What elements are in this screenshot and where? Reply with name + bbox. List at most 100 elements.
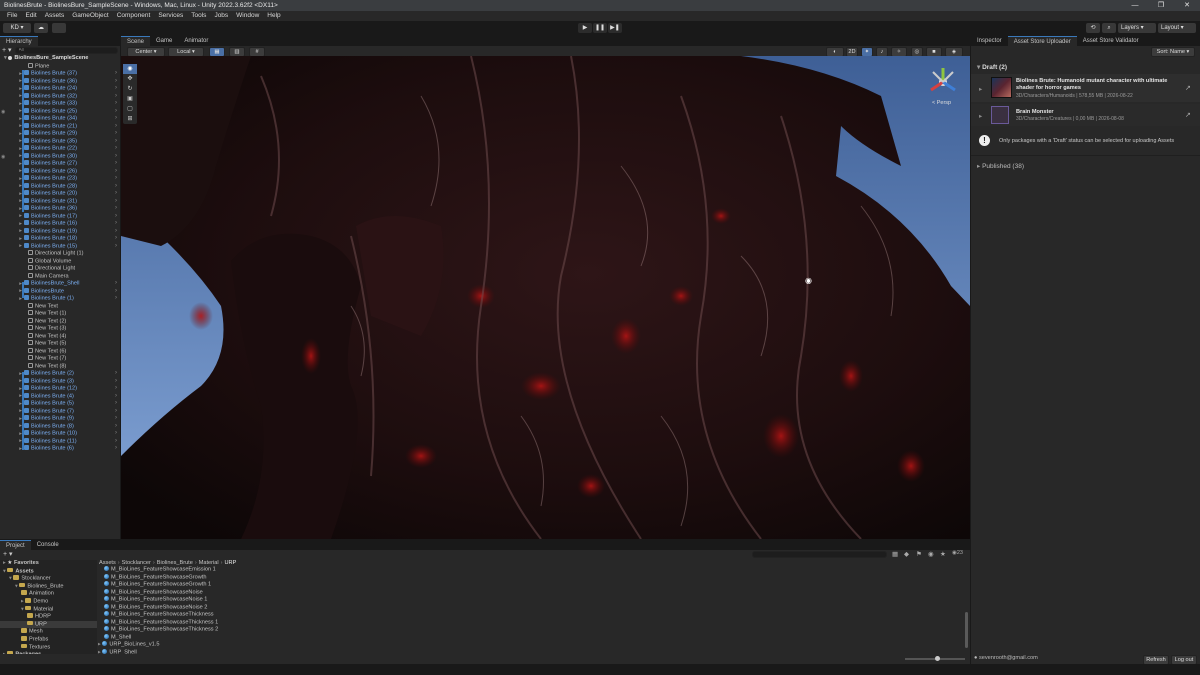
open-prefab-icon[interactable]: › [115,85,117,93]
hierarchy-item[interactable]: New Text (7) [0,355,119,363]
expand-icon[interactable]: ▸ [979,85,982,93]
hierarchy-item[interactable]: ▸ Biolines Brute (36) › [0,77,119,86]
hierarchy-item[interactable]: ▸ Biolines Brute (6) › [0,445,119,453]
hierarchy-item[interactable]: ▸ Biolines Brute (9) › [0,415,119,423]
scene-viewport[interactable]: ◉ ✥ ↻ ▣ ▢ ⊞ < Persp ◉ [121,56,970,539]
hierarchy-item[interactable]: ▸ Biolines Brute (28) › [0,182,119,191]
open-prefab-icon[interactable]: › [115,220,117,228]
open-prefab-icon[interactable]: › [115,295,117,303]
layers-dropdown[interactable]: Layers ▾ [1118,23,1156,33]
hierarchy-item[interactable]: ▸ Biolines Brute (34) › [0,115,119,123]
close-button[interactable]: ✕ [1174,0,1200,11]
draft-header[interactable]: ▾ Draft (2) [977,63,1007,71]
favorite-icon[interactable]: ★ [940,550,946,558]
hierarchy-item[interactable]: ▸ Biolines Brute (31) › [0,197,119,206]
menu-window[interactable]: Window [232,11,263,21]
hierarchy-item[interactable]: ▸ Biolines Brute (4) › [0,392,119,401]
folder-stocklancer[interactable]: ▾ Stocklancer [0,575,97,583]
hierarchy-item[interactable]: ▸ Biolines Brute (21) › [0,122,119,131]
hierarchy-item[interactable]: Global Volume [0,257,119,266]
hierarchy-item[interactable]: ▸ Biolines Brute (37) › [0,70,119,78]
open-prefab-icon[interactable]: › [115,385,117,393]
cloud-icon[interactable]: ☁ [34,23,48,33]
hierarchy-item[interactable]: ▸ Biolines Brute (15) › [0,242,119,251]
package-row[interactable]: ▸ Biolines Brute: Humanoid mutant charac… [971,74,1200,102]
asset-item[interactable]: M_BioLines_FeatureShowcaseNoise 2 [104,603,207,612]
tab-animator[interactable]: Animator [178,36,214,46]
asset-item[interactable]: M_BioLines_FeatureShowcaseGrowth 1 [104,581,211,589]
hierarchy-item[interactable]: ▸ Biolines Brute (10) › [0,430,119,438]
step-button[interactable]: ▶❚ [608,23,622,33]
hierarchy-item[interactable]: New Text [0,302,119,311]
maximize-button[interactable]: ❐ [1148,0,1174,11]
open-prefab-icon[interactable]: › [115,183,117,191]
hierarchy-item[interactable]: ▸ Biolines Brute (5) › [0,400,119,408]
open-external-icon[interactable]: ↗ [1185,84,1191,92]
hierarchy-item[interactable]: Directional Light [0,265,119,273]
scene-root[interactable]: ▾ BiolinesBure_SampleScene [4,55,123,63]
open-external-icon[interactable]: ↗ [1185,111,1191,119]
hierarchy-item[interactable]: ▸ Biolines Brute (29) › [0,130,119,138]
hierarchy-item[interactable]: ▸ Biolines Brute (23) › [0,175,119,183]
open-prefab-icon[interactable]: › [115,423,117,431]
open-prefab-icon[interactable]: › [115,93,117,101]
add-icon[interactable]: + ▾ [2,46,12,54]
create-asset-icon[interactable]: + ▾ [3,550,13,558]
visibility-icon[interactable]: ◉ [1,109,5,115]
rotate-tool-icon[interactable]: ↻ [123,84,137,94]
open-prefab-icon[interactable]: › [115,153,117,161]
open-prefab-icon[interactable]: › [115,160,117,168]
project-search-input[interactable] [752,551,887,558]
hierarchy-item[interactable]: New Text (5) [0,340,119,348]
hierarchy-item[interactable]: ▸ Biolines Brute (8) › [0,422,119,431]
hierarchy-item[interactable]: ▸ Biolines Brute (26) › [0,167,119,176]
open-prefab-icon[interactable]: › [115,138,117,146]
sort-dropdown[interactable]: Sort: Name ▾ [1151,47,1195,57]
menu-assets[interactable]: Assets [41,11,69,21]
expand-icon[interactable]: ▸ [979,112,982,120]
folder-biolines-brute[interactable]: ▾ Biolines_Brute [0,582,97,591]
open-prefab-icon[interactable]: › [115,445,117,453]
asset-item[interactable]: M_BioLines_FeatureShowcaseGrowth [104,573,206,582]
hierarchy-item[interactable]: ▸ Biolines Brute (2) › [0,370,119,378]
hierarchy-item[interactable]: ▸ Biolines Brute (25) › [0,107,119,116]
open-prefab-icon[interactable]: › [115,408,117,416]
open-prefab-icon[interactable]: › [115,213,117,221]
hierarchy-item[interactable]: ▸ BiolinesBrute_Shell › [0,280,119,288]
play-button[interactable]: ▶ [578,23,592,33]
open-prefab-icon[interactable]: › [115,198,117,206]
hierarchy-item[interactable]: ▸ Biolines Brute (33) › [0,100,119,108]
asset-item[interactable]: M_BioLines_FeatureShowcaseNoise 1 [104,596,207,604]
asset-item[interactable]: M_BioLines_FeatureShowcaseEmission 1 [104,566,216,574]
tab-hierarchy[interactable]: Hierarchy [0,36,38,46]
scale-tool-icon[interactable]: ▣ [123,94,137,104]
menu-component[interactable]: Component [113,11,155,21]
folder-prefabs[interactable]: Prefabs [0,636,97,644]
visibility-icon[interactable]: ◉ [1,154,5,160]
open-prefab-icon[interactable]: › [115,393,117,401]
hierarchy-item[interactable]: ▸ BiolinesBrute › [0,287,119,296]
zoom-slider-handle[interactable] [935,656,940,661]
hierarchy-item[interactable]: ▸ Biolines Brute (17) › [0,212,119,221]
menu-services[interactable]: Services [154,11,187,21]
hierarchy-item[interactable]: ▸ Biolines Brute (32) › [0,92,119,101]
open-prefab-icon[interactable]: › [115,235,117,243]
hierarchy-item[interactable]: ▸ Biolines Brute (1) › [0,295,119,303]
scrollbar-thumb[interactable] [965,612,968,648]
folder-assets[interactable]: ▾ Assets [0,567,97,576]
hierarchy-item[interactable]: ▸ Biolines Brute (35) › [0,137,119,146]
menu-tools[interactable]: Tools [187,11,210,21]
scene-camera-icon[interactable]: ◉ [805,276,812,285]
menu-edit[interactable]: Edit [21,11,40,21]
hierarchy-item[interactable]: ▸ Biolines Brute (12) › [0,385,119,393]
asset-item[interactable]: M_Shell [104,633,131,642]
hierarchy-item[interactable]: ▸ Biolines Brute (30) › [0,152,119,161]
open-prefab-icon[interactable]: › [115,228,117,236]
transform-tool-icon[interactable]: ⊞ [123,114,137,124]
hierarchy-item[interactable]: ▸ Biolines Brute (20) › [0,190,119,198]
hierarchy-item[interactable]: New Text (1) [0,310,119,318]
open-prefab-icon[interactable]: › [115,205,117,213]
open-prefab-icon[interactable]: › [115,288,117,296]
folder-hdrp[interactable]: HDRP [0,613,97,621]
hierarchy-item[interactable]: Main Camera [0,272,119,281]
